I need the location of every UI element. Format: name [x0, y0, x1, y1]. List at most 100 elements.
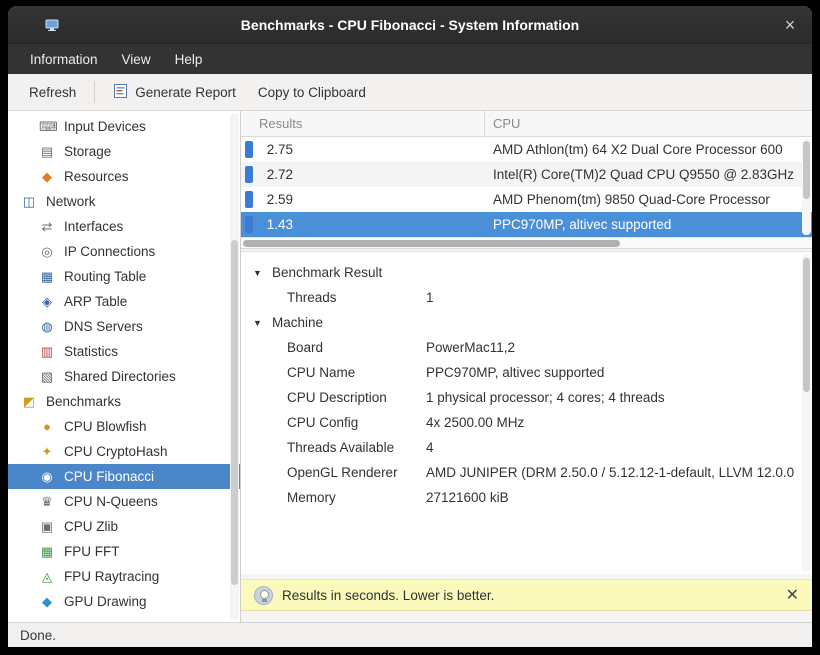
cpu-blowfish-icon: ●	[39, 419, 55, 435]
sidebar-item-label: Benchmarks	[46, 394, 121, 409]
menu-view[interactable]: View	[110, 44, 163, 74]
sidebar-item-arp-table[interactable]: ◈ ARP Table	[8, 289, 240, 314]
table-horizontal-scrollbar[interactable]	[241, 237, 812, 249]
sidebar-item-label: ARP Table	[64, 294, 127, 309]
sidebar-item-cpu-fibonacci[interactable]: ◉ CPU Fibonacci	[8, 464, 240, 489]
sidebar-item-cpu-zlib[interactable]: ▣ CPU Zlib	[8, 514, 240, 539]
shared-directories-icon: ▧	[39, 369, 55, 385]
network-icon: ◫	[21, 194, 37, 210]
sidebar-item-shared-directories[interactable]: ▧ Shared Directories	[8, 364, 240, 389]
cpu-fibonacci-icon: ◉	[39, 469, 55, 485]
field-label: OpenGL Renderer	[287, 465, 426, 480]
section-benchmark-result[interactable]: ▼ Benchmark Result	[241, 260, 812, 285]
ip-connections-icon: ◎	[39, 244, 55, 260]
detail-field: Threads 1	[241, 285, 812, 310]
sidebar-item-ip-connections[interactable]: ◎ IP Connections	[8, 239, 240, 264]
sidebar-item-fpu-fft[interactable]: ▦ FPU FFT	[8, 539, 240, 564]
window-close-button[interactable]: ×	[778, 13, 802, 37]
result-value: 2.59	[257, 192, 293, 207]
toolbar-separator	[94, 81, 95, 103]
generate-report-label: Generate Report	[135, 85, 236, 100]
sidebar-item-resources[interactable]: ◆ Resources	[8, 164, 240, 189]
sidebar-item-interfaces[interactable]: ⇄ Interfaces	[8, 214, 240, 239]
table-row[interactable]: 2.72 Intel(R) Core(TM)2 Quad CPU Q9550 @…	[241, 162, 812, 187]
status-bar: Done.	[8, 622, 812, 647]
table-vertical-scrollbar-thumb[interactable]	[803, 141, 810, 199]
result-bar	[245, 141, 253, 158]
arp-table-icon: ◈	[39, 294, 55, 310]
cpu-cell: AMD Athlon(tm) 64 X2 Dual Core Processor…	[485, 142, 812, 157]
sidebar-item-cpu-n-queens[interactable]: ♛ CPU N-Queens	[8, 489, 240, 514]
cpu-cell: Intel(R) Core(TM)2 Quad CPU Q9550 @ 2.83…	[485, 167, 812, 182]
column-header-results[interactable]: Results	[241, 111, 485, 136]
field-value: AMD JUNIPER (DRM 2.50.0 / 5.12.12-1-defa…	[426, 465, 794, 480]
content-area: ⌨ Input Devices ▤ Storage ◆ Resources ◫ …	[8, 111, 812, 622]
sidebar-item-label: FPU FFT	[64, 544, 120, 559]
cpu-cell: PPC970MP, altivec supported	[485, 217, 812, 232]
sidebar-item-network[interactable]: ◫ Network	[8, 189, 240, 214]
menu-help[interactable]: Help	[163, 44, 215, 74]
result-bar	[245, 191, 253, 208]
sidebar-item-cpu-cryptohash[interactable]: ✦ CPU CryptoHash	[8, 439, 240, 464]
sidebar-item-gpu-drawing[interactable]: ◆ GPU Drawing	[8, 589, 240, 614]
field-value: 4x 2500.00 MHz	[426, 415, 524, 430]
main-panel: Results CPU 2.75 AMD Athlon(tm) 64 X2 Du…	[241, 111, 812, 622]
sidebar-item-label: GPU Drawing	[64, 594, 147, 609]
section-title: Machine	[272, 315, 323, 330]
field-label: Board	[287, 340, 426, 355]
table-horizontal-scrollbar-thumb[interactable]	[243, 240, 620, 247]
sidebar-item-input-devices[interactable]: ⌨ Input Devices	[8, 114, 240, 139]
section-machine[interactable]: ▼ Machine	[241, 310, 812, 335]
app-window: Benchmarks - CPU Fibonacci - System Info…	[8, 6, 812, 647]
details-vertical-scrollbar[interactable]	[802, 254, 811, 572]
column-header-cpu[interactable]: CPU	[485, 111, 812, 136]
fpu-raytracing-icon: ◬	[39, 569, 55, 585]
sidebar-item-benchmarks[interactable]: ◩ Benchmarks	[8, 389, 240, 414]
report-icon	[113, 83, 128, 102]
sidebar-item-statistics[interactable]: ▥ Statistics	[8, 339, 240, 364]
result-value: 2.72	[257, 167, 293, 182]
info-bar: Results in seconds. Lower is better. ✕	[241, 579, 812, 611]
refresh-button[interactable]: Refresh	[20, 80, 85, 105]
field-label: CPU Name	[287, 365, 426, 380]
table-row-selected[interactable]: 1.43 PPC970MP, altivec supported	[241, 212, 812, 237]
sidebar-item-cpu-blowfish[interactable]: ● CPU Blowfish	[8, 414, 240, 439]
info-bar-message: Results in seconds. Lower is better.	[282, 588, 494, 603]
sidebar-item-storage[interactable]: ▤ Storage	[8, 139, 240, 164]
fpu-fft-icon: ▦	[39, 544, 55, 560]
table-row[interactable]: 2.75 AMD Athlon(tm) 64 X2 Dual Core Proc…	[241, 137, 812, 162]
lightbulb-icon	[254, 586, 273, 605]
sidebar-scrollbar-thumb[interactable]	[231, 240, 238, 585]
sidebar-item-label: Input Devices	[64, 119, 146, 134]
menu-information[interactable]: Information	[18, 44, 110, 74]
field-value: 4	[426, 440, 434, 455]
info-bar-close-icon[interactable]: ✕	[786, 585, 799, 605]
field-label: Memory	[287, 490, 426, 505]
sidebar-item-routing-table[interactable]: ▦ Routing Table	[8, 264, 240, 289]
sidebar-item-label: Statistics	[64, 344, 118, 359]
detail-field: Threads Available 4	[241, 435, 812, 460]
detail-field: CPU Config 4x 2500.00 MHz	[241, 410, 812, 435]
generate-report-button[interactable]: Generate Report	[104, 78, 245, 107]
section-title: Benchmark Result	[272, 265, 382, 280]
sidebar-item-label: Storage	[64, 144, 111, 159]
sidebar-scrollbar[interactable]	[230, 113, 239, 620]
cpu-cryptohash-icon: ✦	[39, 444, 55, 460]
details-vertical-scrollbar-thumb[interactable]	[803, 258, 810, 392]
menubar: Information View Help	[8, 44, 812, 74]
sidebar-item-label: Shared Directories	[64, 369, 176, 384]
sidebar-item-dns-servers[interactable]: ◍ DNS Servers	[8, 314, 240, 339]
details-pane: ▼ Benchmark Result Threads 1 ▼ Machine B…	[241, 251, 812, 574]
sidebar-item-label: Interfaces	[64, 219, 123, 234]
sidebar-item-label: Resources	[64, 169, 129, 184]
table-row[interactable]: 2.59 AMD Phenom(tm) 9850 Quad-Core Proce…	[241, 187, 812, 212]
sidebar-item-fpu-raytracing[interactable]: ◬ FPU Raytracing	[8, 564, 240, 589]
refresh-button-label: Refresh	[29, 85, 76, 100]
sidebar-item-label: CPU N-Queens	[64, 494, 158, 509]
copy-to-clipboard-button[interactable]: Copy to Clipboard	[249, 80, 375, 105]
cpu-zlib-icon: ▣	[39, 519, 55, 535]
sidebar-item-label: Routing Table	[64, 269, 146, 284]
field-value: PowerMac11,2	[426, 340, 515, 355]
collapse-triangle-icon: ▼	[253, 318, 263, 328]
table-vertical-scrollbar[interactable]	[802, 139, 811, 235]
